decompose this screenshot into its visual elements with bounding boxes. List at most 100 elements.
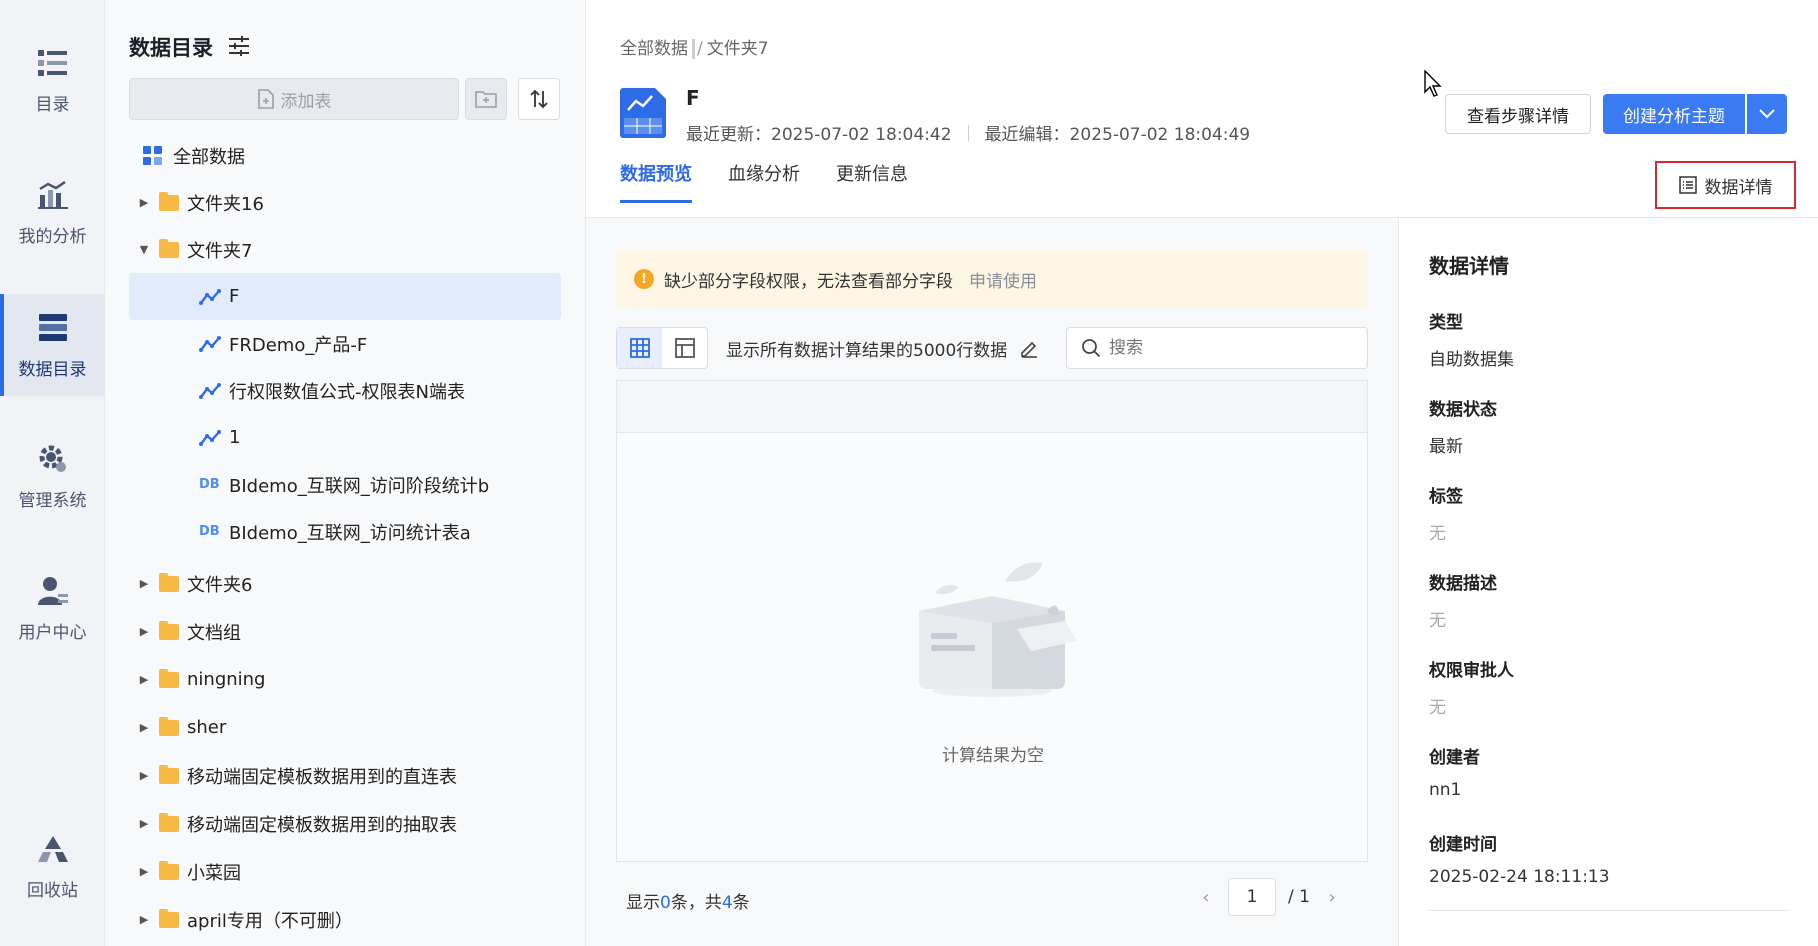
caret-right-icon[interactable]: ▶: [135, 623, 153, 641]
tree-dataset-row[interactable]: 行权限数值公式-权限表N端表: [129, 367, 561, 414]
tree-folder-row[interactable]: ▶ 文件夹16: [129, 179, 561, 226]
caret-down-icon[interactable]: ▼: [135, 241, 153, 259]
nav-item-my-analysis[interactable]: 我的分析: [0, 162, 105, 262]
folder-icon: [159, 572, 179, 592]
create-analysis-button[interactable]: 创建分析主题: [1603, 94, 1745, 134]
record-count: 显示0条，共4条: [626, 888, 750, 913]
detail-value: 自助数据集: [1429, 350, 1514, 370]
tab-lineage[interactable]: 血缘分析: [728, 160, 800, 203]
detail-key: 创建者: [1429, 748, 1480, 768]
grid-view-button[interactable]: [617, 328, 662, 368]
details-sidebar: 数据详情 类型 自助数据集 数据状态 最新 标签 无 数据描述 无 权限审批人 …: [1398, 218, 1818, 946]
list-detail-icon: [1678, 176, 1697, 194]
detail-value: 无: [1429, 524, 1446, 544]
count-suffix: 条: [732, 893, 750, 913]
dataset-title: F: [686, 86, 700, 110]
search-box[interactable]: [1066, 327, 1368, 369]
tree-label: 文件夹16: [187, 193, 264, 215]
tree-folder-row[interactable]: ▶ sher: [129, 704, 561, 751]
tab-data-preview[interactable]: 数据预览: [620, 160, 692, 203]
detail-key: 标签: [1429, 487, 1463, 507]
tree-label: BIdemo_互联网_访问统计表a: [229, 522, 471, 544]
tree-db-table-row[interactable]: DB BIdemo_互联网_访问阶段统计b: [129, 461, 561, 508]
tree-folder-row[interactable]: ▶ 移动端固定模板数据用到的直连表: [129, 752, 561, 799]
app-window: 目录 我的分析 数据目录 管理系统 用户中心 回收站 数据目录 添加表 全部数据…: [0, 0, 1818, 946]
nav-item-user-center[interactable]: 用户中心: [0, 558, 105, 658]
layout-view-button[interactable]: [662, 328, 707, 368]
apply-use-link[interactable]: 申请使用: [969, 267, 1037, 292]
nav-label: 回收站: [27, 880, 78, 901]
caret-right-icon[interactable]: ▶: [135, 194, 153, 212]
tree-label: BIdemo_互联网_访问阶段统计b: [229, 475, 490, 497]
prev-page-icon[interactable]: ‹: [1196, 887, 1216, 908]
detail-approver: 权限审批人 无: [1429, 656, 1789, 718]
layout-view-icon: [674, 338, 695, 358]
dataset-line-icon: [199, 335, 221, 352]
tree-dataset-row[interactable]: FRDemo_产品-F: [129, 320, 561, 367]
nav-item-data-catalog[interactable]: 数据目录: [0, 294, 105, 396]
caret-right-icon[interactable]: ▶: [135, 671, 153, 689]
search-icon: [1082, 339, 1101, 358]
caret-right-icon[interactable]: ▶: [135, 911, 153, 929]
folder-icon: [159, 191, 179, 211]
data-details-button[interactable]: 数据详情: [1655, 161, 1796, 209]
tree-folder-row[interactable]: ▶ 文档组: [129, 608, 561, 655]
sort-button[interactable]: [518, 78, 560, 120]
meta-divider: [967, 124, 969, 141]
table-header: [617, 381, 1367, 433]
nav-item-admin[interactable]: 管理系统: [0, 426, 105, 526]
caret-right-icon[interactable]: ▶: [135, 863, 153, 881]
page-number-input[interactable]: 1: [1228, 878, 1276, 916]
detail-key: 创建时间: [1429, 835, 1497, 855]
dataset-meta: 最近更新：2025-07-02 18:04:42 最近编辑：2025-07-02…: [686, 120, 1250, 145]
caret-right-icon[interactable]: ▶: [135, 575, 153, 593]
main-panel: 全部数据 / 文件夹7 F 最近更新：2025-07-02 18:04:42 最近编…: [586, 0, 1818, 946]
breadcrumb: 全部数据 / 文件夹7: [620, 34, 769, 59]
last-update: 最近更新：2025-07-02 18:04:42: [686, 125, 952, 145]
search-input[interactable]: [1109, 338, 1349, 358]
tree-folder-row[interactable]: ▼ 文件夹7: [129, 226, 561, 273]
grid-apps-icon: [143, 145, 162, 165]
breadcrumb-root[interactable]: 全部数据: [620, 39, 688, 59]
preview-content: ! 缺少部分字段权限，无法查看部分字段 申请使用 显示所有数据计算结果的5000…: [586, 218, 1398, 946]
empty-result-text: 计算结果为空: [942, 746, 1044, 766]
tree-title: 数据目录: [129, 36, 213, 60]
breadcrumb-current[interactable]: 文件夹7: [707, 39, 769, 59]
tree-label: 小菜园: [187, 862, 241, 884]
new-folder-button[interactable]: [465, 78, 507, 120]
tree-dataset-row[interactable]: F: [129, 273, 561, 320]
view-steps-button[interactable]: 查看步骤详情: [1445, 94, 1591, 134]
tree-label: F: [229, 286, 240, 307]
nav-item-recycle-bin[interactable]: 回收站: [0, 816, 105, 916]
tab-update-info[interactable]: 更新信息: [836, 160, 908, 203]
tree-label: FRDemo_产品-F: [229, 334, 368, 356]
tree-folder-row[interactable]: ▶ 小菜园: [129, 848, 561, 895]
nav-label: 我的分析: [18, 226, 87, 247]
nav-item-catalog[interactable]: 目录: [0, 30, 105, 130]
tree-root-all-data[interactable]: 全部数据: [129, 132, 561, 179]
caret-right-icon[interactable]: ▶: [135, 815, 153, 833]
tree-folder-row[interactable]: ▶ april专用（不可删）: [129, 896, 561, 943]
tree-label: 文档组: [187, 622, 241, 644]
create-dropdown-button[interactable]: [1747, 94, 1787, 134]
tree-db-table-row[interactable]: DB BIdemo_互联网_访问统计表a: [129, 508, 561, 555]
caret-right-icon[interactable]: ▶: [135, 767, 153, 785]
next-page-icon[interactable]: ›: [1322, 887, 1342, 908]
detail-value: 2025-02-24 18:11:13: [1429, 867, 1610, 887]
tree-folder-row[interactable]: ▶ 文件夹6: [129, 560, 561, 607]
tree-dataset-row[interactable]: 1: [129, 414, 561, 461]
tree-folder-row[interactable]: ▶ 移动端固定模板数据用到的抽取表: [129, 800, 561, 847]
detail-value: 最新: [1429, 437, 1463, 457]
add-table-button[interactable]: 添加表: [129, 78, 459, 120]
tree-label: april专用（不可删）: [187, 910, 353, 932]
tree-folder-row[interactable]: ▶ ningning: [129, 656, 561, 703]
add-folder-icon: [475, 91, 497, 108]
detail-value: nn1: [1429, 780, 1462, 800]
folder-icon: [159, 238, 179, 258]
filter-settings-icon[interactable]: [227, 34, 251, 58]
warning-icon: !: [634, 269, 654, 289]
caret-right-icon[interactable]: ▶: [135, 719, 153, 737]
detail-value: 无: [1429, 611, 1446, 631]
nav-label: 管理系统: [18, 490, 87, 511]
edit-icon[interactable]: [1019, 338, 1039, 358]
